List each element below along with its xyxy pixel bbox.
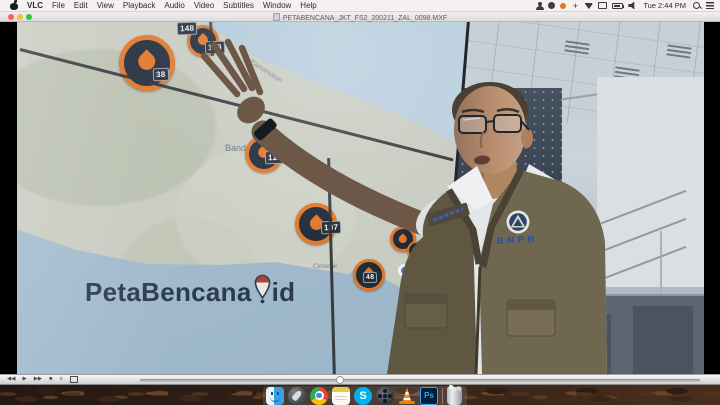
- menu-file[interactable]: File: [52, 1, 65, 10]
- menu-vlc[interactable]: VLC: [27, 1, 43, 10]
- playlist-button[interactable]: ≡: [60, 375, 63, 384]
- seek-track[interactable]: [140, 379, 700, 382]
- menu-video[interactable]: Video: [194, 1, 214, 10]
- stop-button[interactable]: ■: [49, 375, 52, 384]
- vest-org-text: BNPB: [497, 234, 538, 247]
- pocket-flap: [507, 300, 555, 310]
- dock: S Ps: [263, 386, 467, 405]
- volume-icon[interactable]: [628, 2, 636, 10]
- battery-icon[interactable]: [612, 3, 623, 9]
- display-icon[interactable]: [598, 2, 607, 9]
- menu-bar-status: + Tue 2:44 PM: [536, 1, 720, 10]
- video-frame: Pamanukan Bandung Cimerak 148 118 38 128…: [0, 22, 720, 374]
- menu-bar-clock[interactable]: Tue 2:44 PM: [641, 1, 688, 10]
- menu-view[interactable]: View: [97, 1, 114, 10]
- presenter-person: BNPB: [177, 32, 607, 374]
- menu-bar: VLC File Edit View Playback Audio Video …: [0, 0, 720, 12]
- dock-separator: [442, 388, 443, 404]
- user-silhouette-icon[interactable]: [536, 2, 543, 10]
- orange-dot-icon[interactable]: [560, 3, 566, 9]
- notes-dock-icon[interactable]: [332, 387, 350, 405]
- furniture-block: [633, 306, 693, 374]
- document-icon: [273, 13, 280, 21]
- vest-right-panel: [479, 170, 607, 374]
- menu-bar-left: VLC File Edit View Playback Audio Video …: [0, 1, 317, 10]
- vlc-controller: ◀◀ ▶ ▶▶ ■ ≡: [0, 374, 720, 385]
- map-badge: 38: [153, 68, 169, 82]
- apple-menu-icon[interactable]: [10, 1, 18, 10]
- hand-fingers: [204, 42, 260, 94]
- menu-audio[interactable]: Audio: [164, 1, 184, 10]
- photoshop-dock-icon[interactable]: Ps: [420, 387, 438, 405]
- play-button[interactable]: ▶: [22, 375, 26, 384]
- vlc-title-bar: PETABENCANA_JKT_FS2_200211_ZAL_0098.MXF: [0, 12, 720, 22]
- menu-subtitles[interactable]: Subtitles: [223, 1, 254, 10]
- app-dot-icon[interactable]: [548, 2, 555, 9]
- menu-help[interactable]: Help: [300, 1, 316, 10]
- pocket-flap: [405, 294, 447, 304]
- seek-thumb[interactable]: [336, 376, 344, 384]
- skype-dock-icon[interactable]: S: [354, 387, 372, 405]
- screen: VLC File Edit View Playback Audio Video …: [0, 0, 720, 405]
- window-title: PETABENCANA_JKT_FS2_200211_ZAL_0098.MXF: [0, 13, 720, 22]
- fullscreen-button[interactable]: [70, 376, 78, 383]
- notification-center-icon[interactable]: [706, 2, 714, 9]
- previous-button[interactable]: ◀◀: [7, 375, 15, 384]
- spotlight-icon[interactable]: [693, 2, 701, 10]
- chrome-dock-icon[interactable]: [310, 387, 328, 405]
- menu-edit[interactable]: Edit: [74, 1, 88, 10]
- menu-playback[interactable]: Playback: [123, 1, 155, 10]
- plus-icon[interactable]: +: [571, 2, 579, 10]
- video-content: Pamanukan Bandung Cimerak 148 118 38 128…: [17, 22, 704, 374]
- reel-app-dock-icon[interactable]: [376, 387, 394, 405]
- wifi-icon[interactable]: [584, 2, 593, 9]
- finder-dock-icon[interactable]: [266, 387, 284, 405]
- trash-dock-icon[interactable]: [447, 387, 462, 405]
- pointing-arm: [263, 132, 445, 232]
- rocket-app-dock-icon[interactable]: [288, 387, 306, 405]
- next-button[interactable]: ▶▶: [34, 375, 42, 384]
- ear: [521, 128, 533, 148]
- vlc-dock-icon[interactable]: [398, 387, 416, 405]
- menu-window[interactable]: Window: [263, 1, 291, 10]
- bnpb-patch: [507, 211, 530, 234]
- seek-bar[interactable]: [140, 379, 700, 383]
